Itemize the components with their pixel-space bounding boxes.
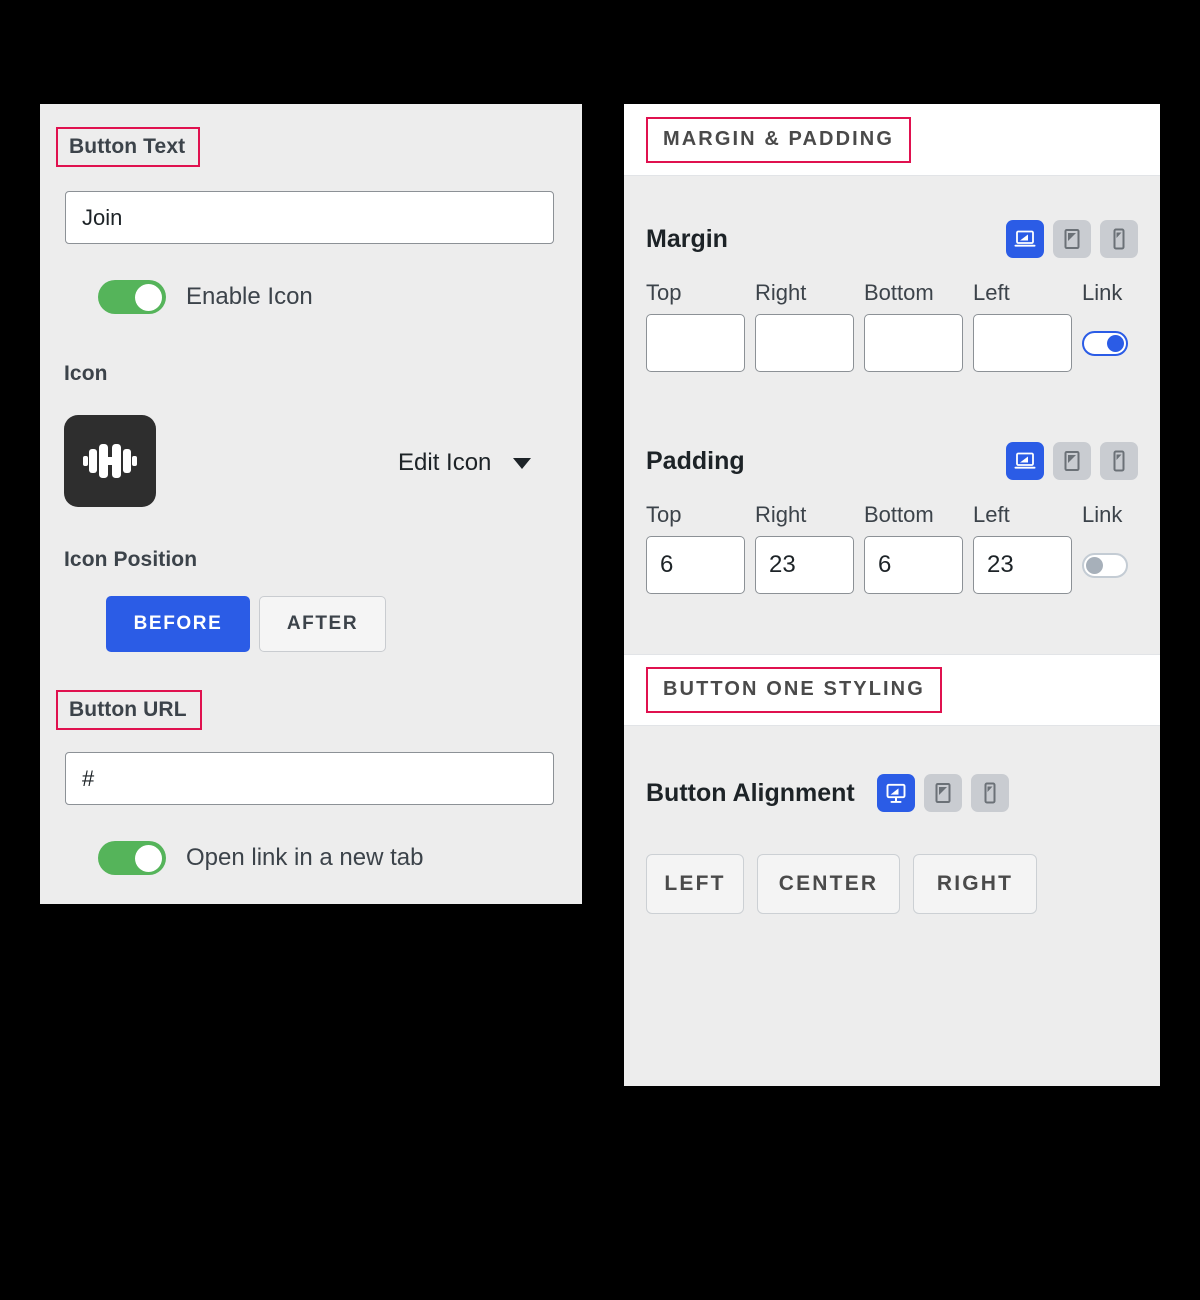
padding-label: Padding: [646, 446, 745, 475]
mobile-icon: [1113, 450, 1125, 472]
edit-icon-dropdown[interactable]: Edit Icon: [398, 449, 532, 477]
margin-field-label-top: Top: [646, 280, 682, 305]
margin-device-tablet-button[interactable]: [1053, 220, 1091, 258]
enable-icon-toggle[interactable]: [98, 280, 166, 314]
margin-right-input[interactable]: [755, 314, 854, 372]
margin-field-label-left: Left: [973, 280, 1010, 305]
padding-inputs: 6 23 6 23: [646, 536, 1138, 654]
margin-device-mobile-button[interactable]: [1100, 220, 1138, 258]
toggle-knob: [1086, 557, 1103, 574]
padding-field-headers: Top Right Bottom Left Link: [646, 502, 1138, 528]
padding-field-label-top: Top: [646, 502, 682, 527]
padding-bottom-input[interactable]: 6: [864, 536, 963, 594]
open-new-tab-row: Open link in a new tab: [98, 841, 423, 875]
padding-field-label-right: Right: [755, 502, 807, 527]
button-alignment-right-button[interactable]: RIGHT: [913, 854, 1037, 914]
button-alignment-center-button[interactable]: CENTER: [757, 854, 900, 914]
chevron-down-icon: [513, 457, 532, 469]
open-new-tab-label: Open link in a new tab: [186, 844, 424, 871]
margin-field-label-right: Right: [755, 280, 807, 305]
margin-bottom-input[interactable]: [864, 314, 963, 372]
margin-link-label: Link: [1082, 280, 1123, 305]
style-settings-panel: MARGIN & PADDING Margin Top Right Bottom…: [624, 104, 1160, 1086]
icon-position-after-button[interactable]: AFTER: [259, 596, 386, 652]
button-text-label-box: Button Text: [56, 127, 201, 167]
toggle-knob: [135, 844, 162, 872]
toggle-knob: [135, 283, 162, 311]
icon-preview-tile[interactable]: [64, 415, 156, 507]
margin-device-desktop-button[interactable]: [1006, 220, 1044, 258]
screenshot-root: Button Text Join Enable Icon Icon Edit I…: [0, 0, 1200, 1300]
button-text-label-highlight: Button Text: [56, 127, 201, 167]
section-header-button-one-styling[interactable]: BUTTON ONE STYLING: [624, 654, 1160, 726]
button-one-styling-title-box: BUTTON ONE STYLING: [646, 667, 942, 713]
button-url-label-highlight: Button URL: [56, 690, 202, 730]
margin-field-label-bottom: Bottom: [864, 280, 934, 305]
button-alignment-device-group: [876, 774, 1009, 812]
margin-padding-body: Margin Top Right Bottom Left Link Paddin…: [624, 220, 1160, 654]
button-url-label: Button URL: [69, 698, 187, 721]
desktop-icon: [1014, 230, 1036, 247]
button-alignment-device-monitor-button[interactable]: [876, 774, 915, 812]
margin-device-group: [1006, 220, 1138, 258]
button-text-input[interactable]: Join: [65, 191, 554, 244]
margin-inputs: [646, 314, 1138, 372]
margin-field-headers: Top Right Bottom Left Link: [646, 280, 1138, 306]
button-alignment-left-button[interactable]: LEFT: [646, 854, 744, 914]
margin-label: Margin: [646, 224, 728, 253]
button-settings-panel: Button Text Join Enable Icon Icon Edit I…: [40, 104, 582, 904]
margin-left-input[interactable]: [973, 314, 1072, 372]
toggle-knob: [1107, 335, 1124, 352]
padding-left-input[interactable]: 23: [973, 536, 1072, 594]
margin-padding-title: MARGIN & PADDING: [663, 127, 895, 150]
icon-position-label: Icon Position: [64, 548, 198, 571]
button-alignment-row: Button Alignment: [646, 774, 1138, 812]
tablet-icon: [1064, 451, 1080, 471]
button-text-label: Button Text: [69, 135, 186, 158]
tablet-icon: [1064, 229, 1080, 249]
button-url-label-box: Button URL: [56, 690, 202, 730]
icon-position-before-button[interactable]: BEFORE: [106, 596, 250, 652]
margin-row: Margin: [646, 220, 1138, 258]
button-url-input[interactable]: #: [65, 752, 554, 805]
button-one-styling-body: Button Alignment LEFT CENTER RIGHT: [624, 774, 1160, 914]
margin-top-input[interactable]: [646, 314, 745, 372]
margin-link-toggle[interactable]: [1082, 331, 1128, 356]
button-alignment-device-mobile-button[interactable]: [970, 774, 1009, 812]
padding-row: Padding: [646, 442, 1138, 480]
button-one-styling-title: BUTTON ONE STYLING: [663, 678, 925, 700]
tablet-icon: [935, 783, 951, 803]
padding-link-label: Link: [1082, 502, 1123, 527]
enable-icon-row: Enable Icon: [98, 280, 313, 314]
desktop-icon: [1014, 452, 1036, 469]
button-alignment-options: LEFT CENTER RIGHT: [646, 854, 1138, 914]
padding-right-input[interactable]: 23: [755, 536, 854, 594]
monitor-icon: [886, 783, 906, 803]
mobile-icon: [984, 782, 996, 804]
button-alignment-label: Button Alignment: [646, 778, 855, 807]
open-new-tab-toggle[interactable]: [98, 841, 166, 875]
padding-device-desktop-button[interactable]: [1006, 442, 1044, 480]
icon-section-label: Icon: [64, 362, 108, 385]
button-alignment-device-tablet-button[interactable]: [923, 774, 962, 812]
padding-device-mobile-button[interactable]: [1100, 442, 1138, 480]
margin-padding-title-box: MARGIN & PADDING: [646, 116, 912, 163]
padding-field-label-bottom: Bottom: [864, 502, 934, 527]
icon-position-group: BEFORE AFTER: [106, 596, 386, 652]
padding-field-label-left: Left: [973, 502, 1010, 527]
section-header-margin-padding[interactable]: MARGIN & PADDING: [624, 104, 1160, 176]
padding-device-tablet-button[interactable]: [1053, 442, 1091, 480]
enable-icon-label: Enable Icon: [186, 283, 313, 310]
edit-icon-label: Edit Icon: [398, 449, 492, 476]
padding-top-input[interactable]: 6: [646, 536, 745, 594]
padding-device-group: [1006, 442, 1138, 480]
padding-link-toggle[interactable]: [1082, 553, 1128, 578]
mobile-icon: [1113, 228, 1125, 250]
dumbbell-icon: [83, 444, 137, 478]
